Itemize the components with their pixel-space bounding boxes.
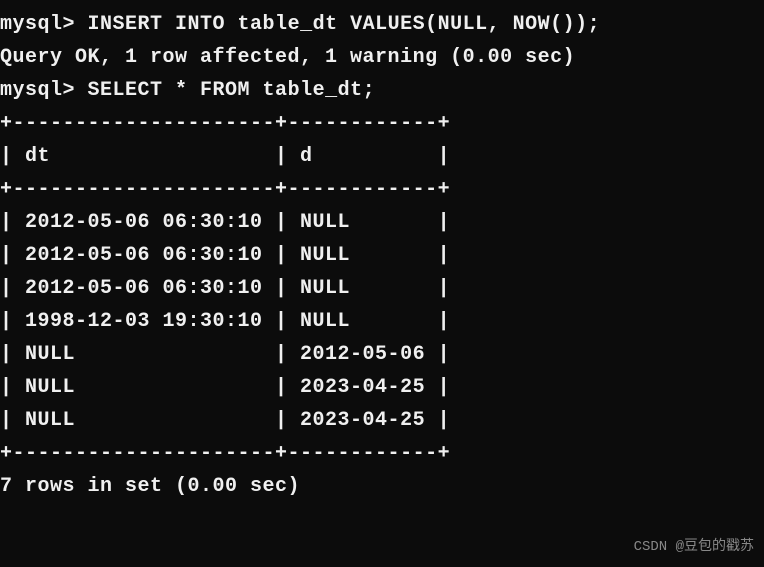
table-border-top: +---------------------+------------+ xyxy=(0,107,764,140)
sql-select-command: SELECT * FROM table_dt; xyxy=(88,79,376,102)
table-row: | 2012-05-06 06:30:10 | NULL | xyxy=(0,272,764,305)
table-border-bottom: +---------------------+------------+ xyxy=(0,437,764,470)
table-row: | 2012-05-06 06:30:10 | NULL | xyxy=(0,239,764,272)
table-header: | dt | d | xyxy=(0,140,764,173)
table-border-mid: +---------------------+------------+ xyxy=(0,173,764,206)
query-summary: 7 rows in set (0.00 sec) xyxy=(0,470,764,503)
watermark: CSDN @豆包的戳苏 xyxy=(634,536,754,559)
command-line-1: mysql> INSERT INTO table_dt VALUES(NULL,… xyxy=(0,8,764,41)
table-row: | NULL | 2012-05-06 | xyxy=(0,338,764,371)
command-line-2: mysql> SELECT * FROM table_dt; xyxy=(0,74,764,107)
table-row: | 1998-12-03 19:30:10 | NULL | xyxy=(0,305,764,338)
table-row: | NULL | 2023-04-25 | xyxy=(0,404,764,437)
terminal-output: mysql> INSERT INTO table_dt VALUES(NULL,… xyxy=(0,8,764,503)
table-row: | NULL | 2023-04-25 | xyxy=(0,371,764,404)
sql-insert-command: INSERT INTO table_dt VALUES(NULL, NOW())… xyxy=(88,13,601,36)
query-result-1: Query OK, 1 row affected, 1 warning (0.0… xyxy=(0,41,764,74)
table-row: | 2012-05-06 06:30:10 | NULL | xyxy=(0,206,764,239)
prompt: mysql> xyxy=(0,13,75,36)
prompt: mysql> xyxy=(0,79,75,102)
